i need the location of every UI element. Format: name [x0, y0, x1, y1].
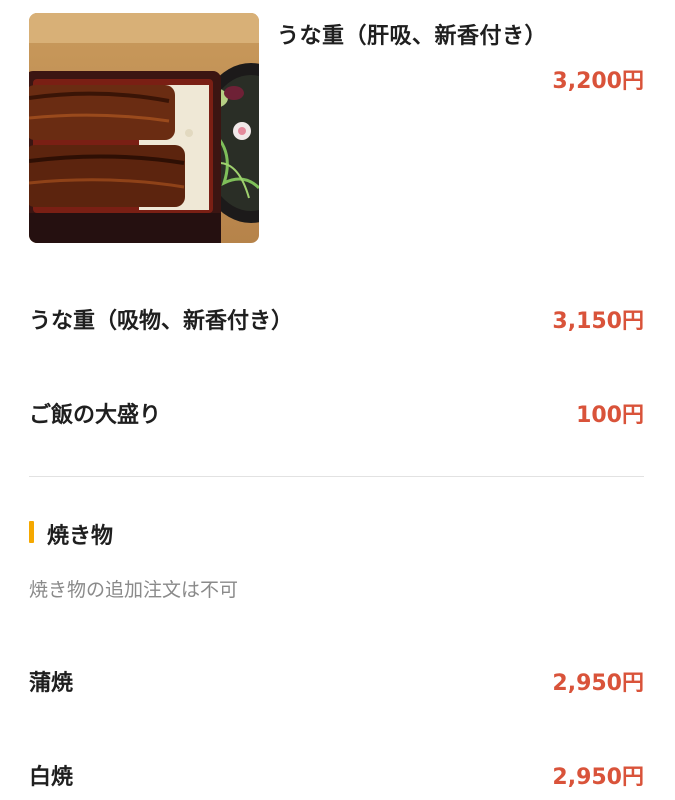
menu-item-price: 2,950円 — [552, 671, 644, 696]
menu-item[interactable]: ご飯の大盛り 100円 — [29, 391, 644, 431]
menu-item[interactable]: 白焼 2,950円 — [29, 753, 644, 793]
menu-item-name: 蒲焼 — [29, 671, 74, 696]
menu-item[interactable]: うな重（吸物、新香付き） 3,150円 — [29, 297, 644, 337]
section-title: 焼き物 — [47, 524, 114, 549]
featured-menu-item[interactable]: うな重（肝吸、新香付き） 3,200円 — [29, 13, 644, 243]
featured-item-price: 3,200円 — [552, 69, 644, 94]
menu-item-name: 白焼 — [29, 765, 74, 790]
unaju-photo — [29, 13, 259, 243]
menu-item-price: 100円 — [576, 403, 644, 428]
featured-item-name: うな重（肝吸、新香付き） — [277, 24, 548, 49]
menu-item[interactable]: 蒲焼 2,950円 — [29, 659, 644, 699]
menu-item-price: 3,150円 — [552, 309, 644, 334]
menu-item-name: うな重（吸物、新香付き） — [29, 309, 294, 334]
section-note: 焼き物の追加注文は不可 — [29, 579, 239, 601]
menu-item-name: ご飯の大盛り — [29, 403, 162, 428]
menu-item-price: 2,950円 — [552, 765, 644, 790]
section-divider — [29, 476, 644, 477]
section-accent-bar — [29, 521, 34, 543]
